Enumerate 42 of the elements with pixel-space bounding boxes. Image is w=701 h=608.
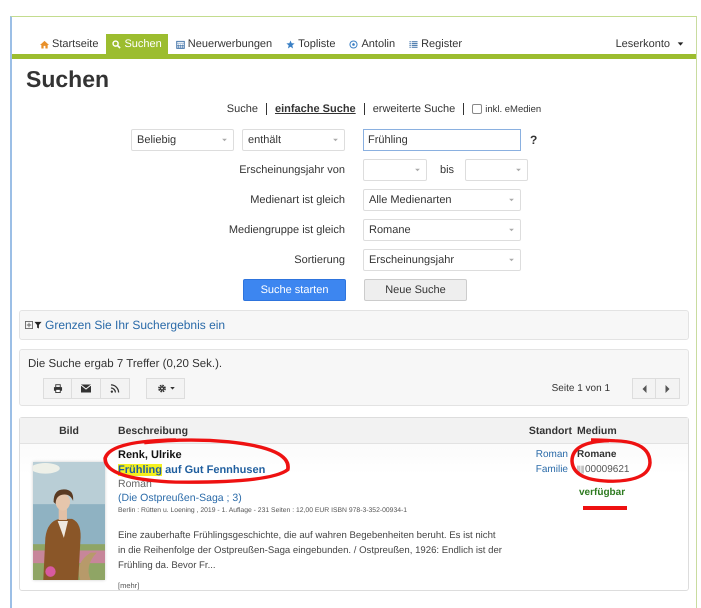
filter-label: Sortierung [293,254,345,266]
result-summary: Die Suche ergab 7 Treffer (0,20 Sek.). [28,358,224,370]
refine-link[interactable]: Grenzen Sie Ihr Suchergebnis ein [45,318,226,332]
search-mode-link[interactable]: erweiterte Suche [372,103,456,115]
emedien-label: inkl. eMedien [485,104,542,114]
filter-select[interactable]: Erscheinungsjahr [363,249,521,271]
filter-label: Medienart ist gleich [249,194,345,206]
search-mode-link[interactable]: einfache Suche [274,103,356,115]
page-indicator: Seite 1 von 1 [552,383,610,394]
filter-label: Mediengruppe ist gleich [228,224,345,236]
series-link[interactable]: (Die Ostpreußen-Saga ; 3) [118,492,242,504]
column-header: Medium [576,424,618,436]
column-header: Bild [58,424,80,436]
nav-tab[interactable]: Neuerwerbungen [170,34,278,54]
search-mode-link[interactable]: Suche [226,103,258,115]
range-label: bis [440,164,454,176]
column-header: Standort [528,424,572,436]
location-link[interactable]: Familie [536,464,568,475]
barcode-number: 00009621 [585,464,630,475]
filter-select[interactable]: Romane [363,219,521,241]
account-menu[interactable]: Leserkonto [616,34,684,54]
operator-select[interactable]: enthält [242,129,345,151]
help-link[interactable]: ? [530,133,538,147]
search-input[interactable]: Frühling [363,129,521,151]
page-title: Suchen [26,66,110,93]
new-search-button[interactable]: Neue Suche [364,279,467,301]
abstract-text: Eine zauberhafte Frühlingsgeschichte, die auf wahren Begebenheiten beruht. Es ist nicht in die Reihenfolge der Ostpreußen-Saga eingebunden. / Ostpreußen, 1926: Endlich ist der Frühling da. Bevor Fr... [118,529,503,573]
search-button[interactable]: Suche starten [243,279,346,301]
availability-status: verfügbar [579,487,626,498]
column-header: Beschreibung [118,424,190,436]
nav-tab[interactable]: Topliste [280,34,342,54]
nav-tab[interactable]: Register [403,34,468,54]
subtitle-text: Roman [118,478,152,490]
filter-label: Erscheinungsjahr von [238,164,345,176]
field-select[interactable]: Beliebig [131,129,234,151]
filter-select[interactable]: Alle Medienarten [363,189,521,211]
location-link[interactable]: Roman [536,449,568,460]
nav-tab[interactable]: Startseite [34,34,104,54]
nav-tab[interactable]: Antolin [343,34,402,54]
medium-group: Romane [577,449,616,460]
title-link[interactable]: Frühling auf Gut Fennhusen [118,464,266,476]
author-name: Renk, Ulrike [118,449,182,461]
